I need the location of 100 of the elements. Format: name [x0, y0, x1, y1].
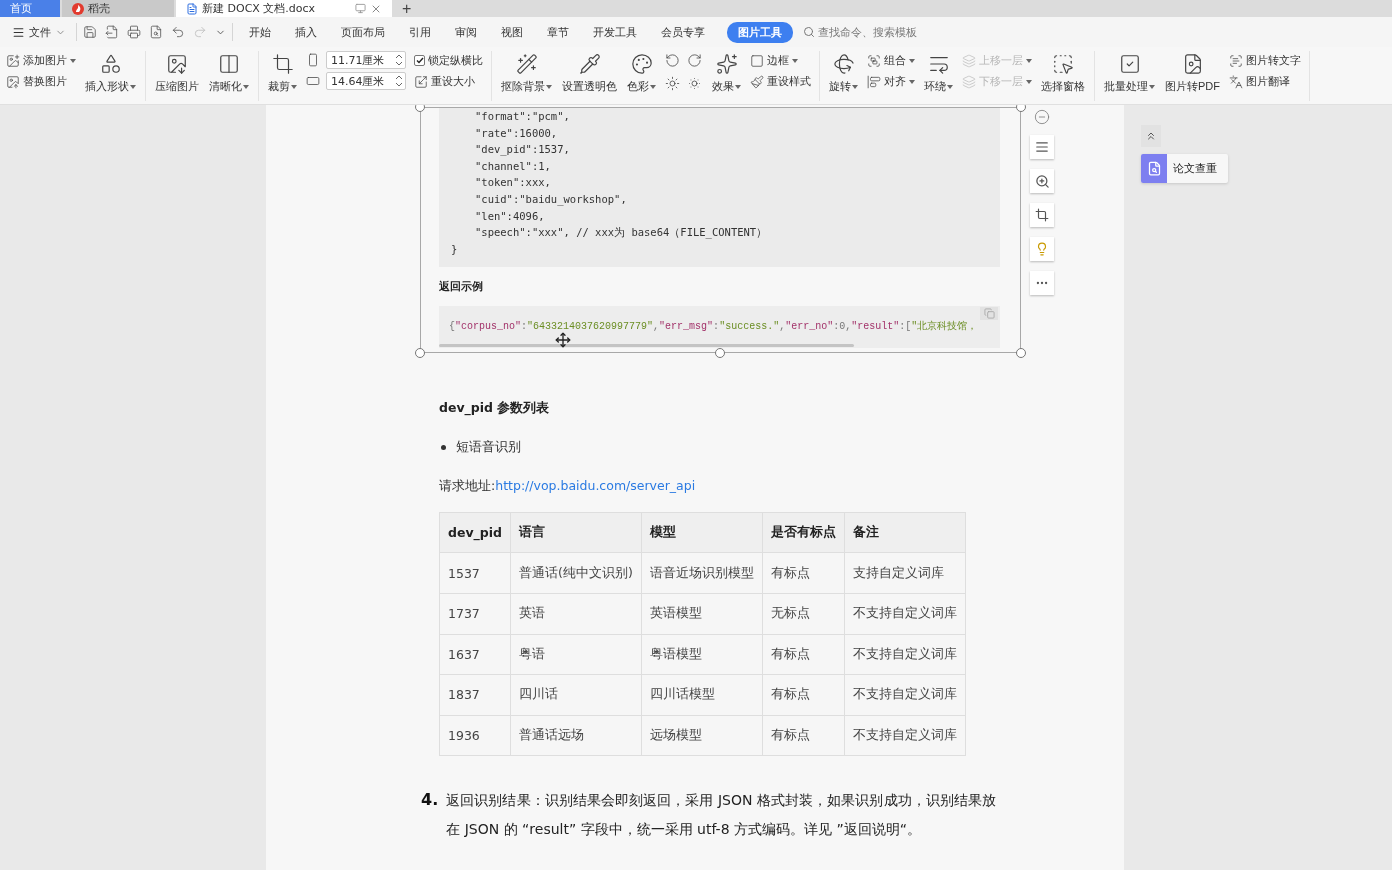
dim-sun-icon[interactable] [687, 76, 702, 91]
ribbon-button[interactable]: 设置透明色 [561, 51, 618, 96]
document-tab[interactable]: 首页 [0, 0, 60, 17]
collapse-button[interactable] [1141, 125, 1161, 147]
code-line: "cuid":"baidu_workshop", [475, 191, 627, 208]
rotate-left-icon[interactable] [665, 53, 680, 68]
new-tab-button[interactable]: + [394, 0, 420, 17]
caret-icon [792, 58, 798, 63]
monitor-icon[interactable] [355, 3, 366, 14]
file-menu-button[interactable]: 文件 [8, 24, 70, 40]
plagiarism-check-button[interactable]: 论文查重 [1141, 154, 1228, 183]
column-header: 语言 [510, 512, 642, 553]
ribbon-button[interactable]: 效果 [711, 51, 742, 96]
size-field[interactable]: 14.64厘米 [326, 72, 406, 90]
undo-icon[interactable] [171, 25, 185, 39]
menu-tab[interactable]: 章节 [545, 21, 571, 43]
ribbon-button[interactable]: 压缩图片 [154, 51, 200, 96]
spinner-icon[interactable] [396, 75, 402, 87]
section-heading: dev_pid 参数列表 [439, 400, 551, 418]
table-cell: 1837 [439, 674, 511, 716]
menu-tab[interactable]: 插入 [293, 21, 319, 43]
caret-icon [1026, 58, 1032, 63]
checkbox-label[interactable]: 锁定纵横比 [414, 52, 483, 69]
menu-tab[interactable]: 开发工具 [591, 21, 639, 43]
column-header: dev_pid [439, 512, 511, 553]
print-preview-icon[interactable] [149, 25, 163, 39]
resize-handle[interactable] [415, 105, 425, 112]
caret-icon [947, 84, 953, 89]
image-arrow-icon [166, 53, 188, 75]
ribbon-button[interactable]: 清晰化 [208, 51, 250, 96]
ribbon-button[interactable]: 对齐 [867, 73, 915, 90]
idea-button[interactable] [1030, 237, 1054, 261]
ribbon-button[interactable]: 图片转文字 [1229, 52, 1301, 69]
resize-handle[interactable] [1016, 105, 1026, 112]
flame-logo-icon [72, 2, 84, 15]
ribbon-button[interactable]: 重设大小 [414, 73, 483, 90]
code-line: "rate":16000, [475, 125, 558, 141]
table-cell: 有标点 [762, 715, 845, 756]
ribbon-button[interactable]: 图片转PDF [1164, 51, 1221, 96]
table-cell: 无标点 [762, 593, 845, 635]
sun-icon[interactable] [665, 76, 680, 91]
search-field[interactable]: 查找命令、搜索模板 [803, 24, 917, 40]
caret-icon [546, 84, 552, 89]
more-button[interactable] [1030, 271, 1054, 295]
move-cursor-icon [555, 332, 571, 348]
menu-tab[interactable]: 引用 [407, 21, 433, 43]
ribbon-button[interactable]: 裁剪 [267, 51, 298, 96]
resize-handle[interactable] [715, 348, 725, 359]
ribbon-button[interactable]: 组合 [867, 52, 915, 69]
menu-tab[interactable]: 开始 [247, 21, 273, 43]
resize-handle[interactable] [415, 348, 425, 359]
save-icon[interactable] [83, 25, 97, 39]
menu-tab[interactable]: 视图 [499, 21, 525, 43]
group-icon [867, 53, 881, 68]
ribbon-button[interactable]: 环绕 [923, 51, 954, 96]
resize-handle[interactable] [1016, 348, 1026, 359]
sparkles-icon [715, 53, 738, 75]
ribbon-button[interactable]: 旋转 [828, 51, 859, 96]
minus-circle-icon[interactable] [1034, 109, 1050, 125]
size-field[interactable]: 11.71厘米 [326, 51, 406, 69]
printer-icon[interactable] [127, 25, 141, 39]
wide-rectangle-icon [306, 74, 320, 88]
spinner-icon[interactable] [396, 54, 402, 66]
api-link[interactable]: http://vop.baidu.com/server_api [495, 478, 696, 496]
bullet-icon [441, 445, 446, 451]
table-cell: 1537 [439, 552, 511, 594]
layers-icon [962, 53, 976, 68]
caret-icon [291, 84, 297, 89]
document-tab[interactable]: 稻壳 [62, 0, 174, 17]
scrollbar-thumb[interactable] [439, 344, 854, 348]
caret-icon [1149, 84, 1155, 89]
menu-tab[interactable]: 审阅 [453, 21, 479, 43]
menu-tab[interactable]: 会员专享 [659, 21, 707, 43]
checkbox[interactable] [414, 55, 425, 66]
step-paragraph: 返回识别结果：识别结果会即刻返回，采用 JSON 格式封装，如果识别成功，识别结果放在 JSON 的 “result” 字段中，统一采用 utf-8 方式编码。详见 ”返回说明“。 [446, 791, 996, 839]
ribbon-button[interactable]: 添加图片 [6, 52, 76, 69]
rotate-right-icon[interactable] [687, 53, 702, 68]
column-header: 模型 [641, 512, 763, 553]
layout-button[interactable] [1030, 135, 1054, 159]
export-icon[interactable] [105, 25, 119, 39]
document-tab[interactable]: 新建 DOCX 文档.docx [176, 0, 392, 17]
ribbon-button[interactable]: 抠除背景 [500, 51, 553, 96]
ribbon-button[interactable]: 色彩 [626, 51, 657, 96]
ribbon-button[interactable]: 插入形状 [84, 51, 137, 96]
zoom-button[interactable] [1030, 169, 1054, 193]
chevrons-up-icon [1145, 130, 1157, 142]
ribbon-button[interactable]: 批量处理 [1103, 51, 1156, 96]
zoom-in-icon [1034, 173, 1050, 189]
ribbon-button[interactable]: 边框 [750, 52, 811, 69]
column-header: 是否有标点 [762, 512, 845, 553]
menu-tab[interactable]: 图片工具 [727, 21, 793, 43]
code-line: "dev_pid":1537, [475, 142, 570, 158]
ribbon-button[interactable]: 替换图片 [6, 73, 76, 90]
menu-tab[interactable]: 页面布局 [339, 21, 387, 43]
columns-icon [218, 53, 240, 75]
crop-button[interactable] [1030, 203, 1054, 227]
ribbon-button[interactable]: 重设样式 [750, 73, 811, 90]
eyedropper-icon [578, 53, 601, 75]
ribbon-button[interactable]: 图片翻译 [1229, 73, 1301, 90]
ribbon-button[interactable]: 选择窗格 [1040, 51, 1086, 96]
